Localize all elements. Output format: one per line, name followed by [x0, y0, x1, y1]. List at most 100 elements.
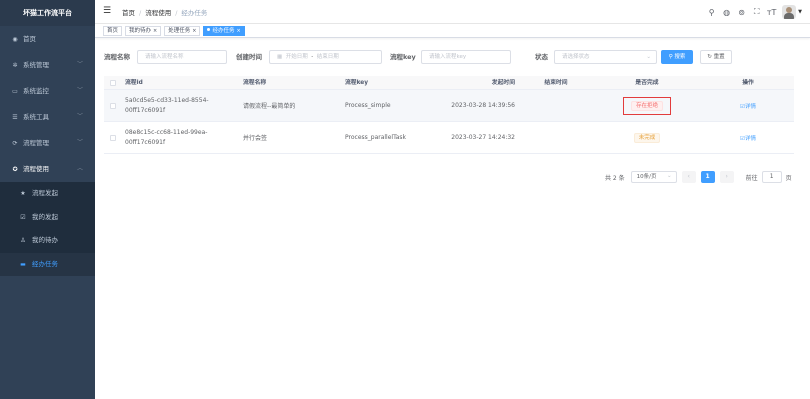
- header-process-id: 流程id: [125, 80, 143, 86]
- github-icon[interactable]: ◍: [720, 8, 733, 17]
- breadcrumb-item[interactable]: 首页: [122, 9, 135, 17]
- monitor-icon: ▭: [12, 88, 18, 95]
- status-select[interactable]: 请选择状态 ⌄: [554, 50, 657, 64]
- row-checkbox[interactable]: [110, 134, 116, 141]
- fullscreen-icon[interactable]: ⛶: [750, 7, 763, 17]
- gear-icon: ✲: [12, 62, 18, 69]
- search-form: 流程名称 请输入流程名称 创建时间 ▦ 开始日期 - 结束日期 流程key 请输…: [104, 50, 804, 64]
- sidebar-item-flow-manage[interactable]: ⟳ 流程管理 ﹀: [0, 130, 95, 156]
- sidebar-item-system-admin[interactable]: ✲ 系统管理 ﹀: [0, 52, 95, 78]
- avatar[interactable]: [782, 5, 797, 19]
- next-page-button[interactable]: ›: [719, 171, 734, 183]
- sidebar-item-system-monitor[interactable]: ▭ 系统监控 ﹀: [0, 78, 95, 104]
- sidebar-item-label: 系统管理: [23, 61, 49, 69]
- hamburger-icon[interactable]: ☰: [103, 6, 111, 16]
- sidebar-item-label: 流程发起: [32, 189, 58, 197]
- tag-my-todo[interactable]: 我的待办 ×: [125, 25, 162, 36]
- sidebar-item-my-todo[interactable]: ♙ 我的待办: [0, 229, 95, 253]
- detail-link[interactable]: ☑详情: [740, 104, 756, 110]
- process-name-label: 流程名称: [104, 53, 130, 61]
- sidebar-item-label: 系统监控: [23, 87, 49, 95]
- sidebar-item-label: 流程管理: [23, 139, 49, 147]
- chevron-down-icon: ﹀: [76, 139, 83, 146]
- range-separator: -: [311, 54, 314, 60]
- sidebar-item-label: 流程使用: [23, 165, 49, 173]
- sidebar-item-label: 经办任务: [32, 259, 58, 268]
- detail-link-label: 详情: [744, 135, 756, 142]
- table-row[interactable]: 5a0cd5e5-cd33-11ed-8554-00ff17c6091f 请假流…: [104, 90, 794, 122]
- chevron-down-icon: ⌄: [646, 54, 651, 60]
- start-date-placeholder: 开始日期: [285, 54, 308, 60]
- chevron-up-icon: ︿: [76, 165, 83, 172]
- sidebar-item-system-tools[interactable]: ☰ 系统工具 ﹀: [0, 104, 95, 130]
- page-number-current[interactable]: 1: [700, 171, 715, 183]
- navbar-tools: ⚲ ◍ ⊚ ⛶ ᴛT ▼: [703, 3, 802, 21]
- list-icon: ▬: [20, 260, 26, 268]
- active-dot-icon: [207, 27, 211, 31]
- process-key-input[interactable]: 请输入流程key: [421, 50, 511, 64]
- navbar: ☰ 首页 / 流程使用 / 经办任务 ⚲ ◍ ⊚ ⛶ ᴛT ▼: [95, 0, 810, 24]
- select-all-checkbox[interactable]: [110, 79, 116, 86]
- tag-home[interactable]: 首页: [103, 25, 123, 36]
- user-icon: ♙: [20, 237, 26, 244]
- app-title: 坏猫工作流平台: [0, 0, 95, 26]
- cell-process-key: Process_parallelTask: [345, 134, 407, 141]
- sidebar: 坏猫工作流平台 ◉ 首页 ✲ 系统管理 ﹀ ▭ 系统监控 ﹀ ☰ 系统工具 ﹀ ⟳ 流程管理 ﹀ …: [0, 0, 95, 399]
- sidebar-item-label: 首页: [23, 35, 36, 43]
- breadcrumb-item: 流程使用: [145, 9, 172, 17]
- end-date-placeholder: 结束日期: [316, 54, 339, 60]
- search-icon: ⚲: [668, 54, 673, 60]
- calendar-icon: ▦: [277, 54, 283, 60]
- header-end-time: 结束时间: [544, 80, 568, 86]
- reset-button[interactable]: ↻ 重置: [700, 50, 732, 64]
- caret-down-icon[interactable]: ▼: [798, 9, 802, 15]
- detail-link-label: 详情: [744, 103, 756, 110]
- tag-handled-tasks[interactable]: 经办任务 ×: [203, 25, 245, 36]
- sidebar-item-start-flow[interactable]: ★ 流程发起: [0, 182, 95, 206]
- tasks-table: 流程id 流程名称 流程key 发起时间 结束时间 是否完成 操作 5a0cd5…: [104, 76, 794, 154]
- close-icon[interactable]: ×: [236, 28, 240, 34]
- detail-link[interactable]: ☑详情: [740, 136, 756, 142]
- search-button[interactable]: ⚲ 搜索: [661, 50, 693, 64]
- row-checkbox[interactable]: [110, 102, 116, 109]
- table-header: 流程id 流程名称 流程key 发起时间 结束时间 是否完成 操作: [104, 76, 794, 90]
- close-icon[interactable]: ×: [192, 28, 196, 34]
- tool-icon: ☰: [12, 114, 18, 121]
- total-count: 共 2 条: [605, 174, 625, 182]
- page-size-select[interactable]: 10条/页: [630, 171, 677, 183]
- prev-page-button[interactable]: ‹: [681, 171, 696, 183]
- breadcrumb-item: 经办任务: [181, 9, 208, 17]
- help-icon[interactable]: ⊚: [735, 8, 748, 17]
- cell-process-name: 并行会签: [243, 135, 268, 142]
- flow-use-icon: ✪: [12, 166, 18, 173]
- font-size-icon[interactable]: ᴛT: [765, 8, 778, 17]
- highlight-box: 存在拒绝: [622, 96, 671, 115]
- sidebar-item-home[interactable]: ◉ 首页: [0, 26, 95, 52]
- process-name-input[interactable]: 请输入流程名称: [137, 50, 227, 64]
- create-time-label: 创建时间: [236, 53, 262, 61]
- tag-label: 经办任务: [212, 27, 235, 34]
- goto-page-input[interactable]: 1: [761, 171, 782, 183]
- search-icon[interactable]: ⚲: [705, 8, 718, 17]
- main-content: ☰ 首页 / 流程使用 / 经办任务 ⚲ ◍ ⊚ ⛶ ᴛT ▼ 首页 我的待办 × 处理任…: [95, 0, 810, 399]
- page-unit-label: 页: [785, 174, 792, 182]
- cell-process-key: Process_simple: [345, 102, 391, 109]
- sidebar-item-handled-tasks[interactable]: ▬ 经办任务: [0, 252, 95, 276]
- tag-label: 处理任务: [168, 27, 191, 34]
- pagination: 共 2 条 10条/页 ‹ 1 › 前往 1 页: [605, 171, 792, 183]
- cell-start-time: 2023-03-27 14:24:32: [451, 134, 515, 141]
- sidebar-item-label: 我的发起: [32, 212, 58, 221]
- close-icon[interactable]: ×: [153, 28, 157, 34]
- tag-handle-task[interactable]: 处理任务 ×: [164, 25, 201, 36]
- status-badge: 未完成: [633, 132, 661, 143]
- sidebar-item-label: 系统工具: [23, 113, 49, 121]
- tags-view: 首页 我的待办 × 处理任务 × 经办任务 ×: [95, 24, 810, 38]
- header-process-name: 流程名称: [243, 80, 267, 86]
- sidebar-item-my-started[interactable]: ☑ 我的发起: [0, 206, 95, 230]
- sidebar-item-flow-use[interactable]: ✪ 流程使用 ︿: [0, 156, 95, 182]
- date-range-picker[interactable]: ▦ 开始日期 - 结束日期: [269, 50, 382, 64]
- table-row[interactable]: 08e8c15c-cc68-11ed-99ea-00ff17c6091f 并行会…: [104, 122, 794, 154]
- search-button-label: 搜索: [674, 54, 686, 60]
- cell-start-time: 2023-03-28 14:39:56: [451, 102, 515, 109]
- sidebar-item-label: 我的待办: [32, 236, 58, 244]
